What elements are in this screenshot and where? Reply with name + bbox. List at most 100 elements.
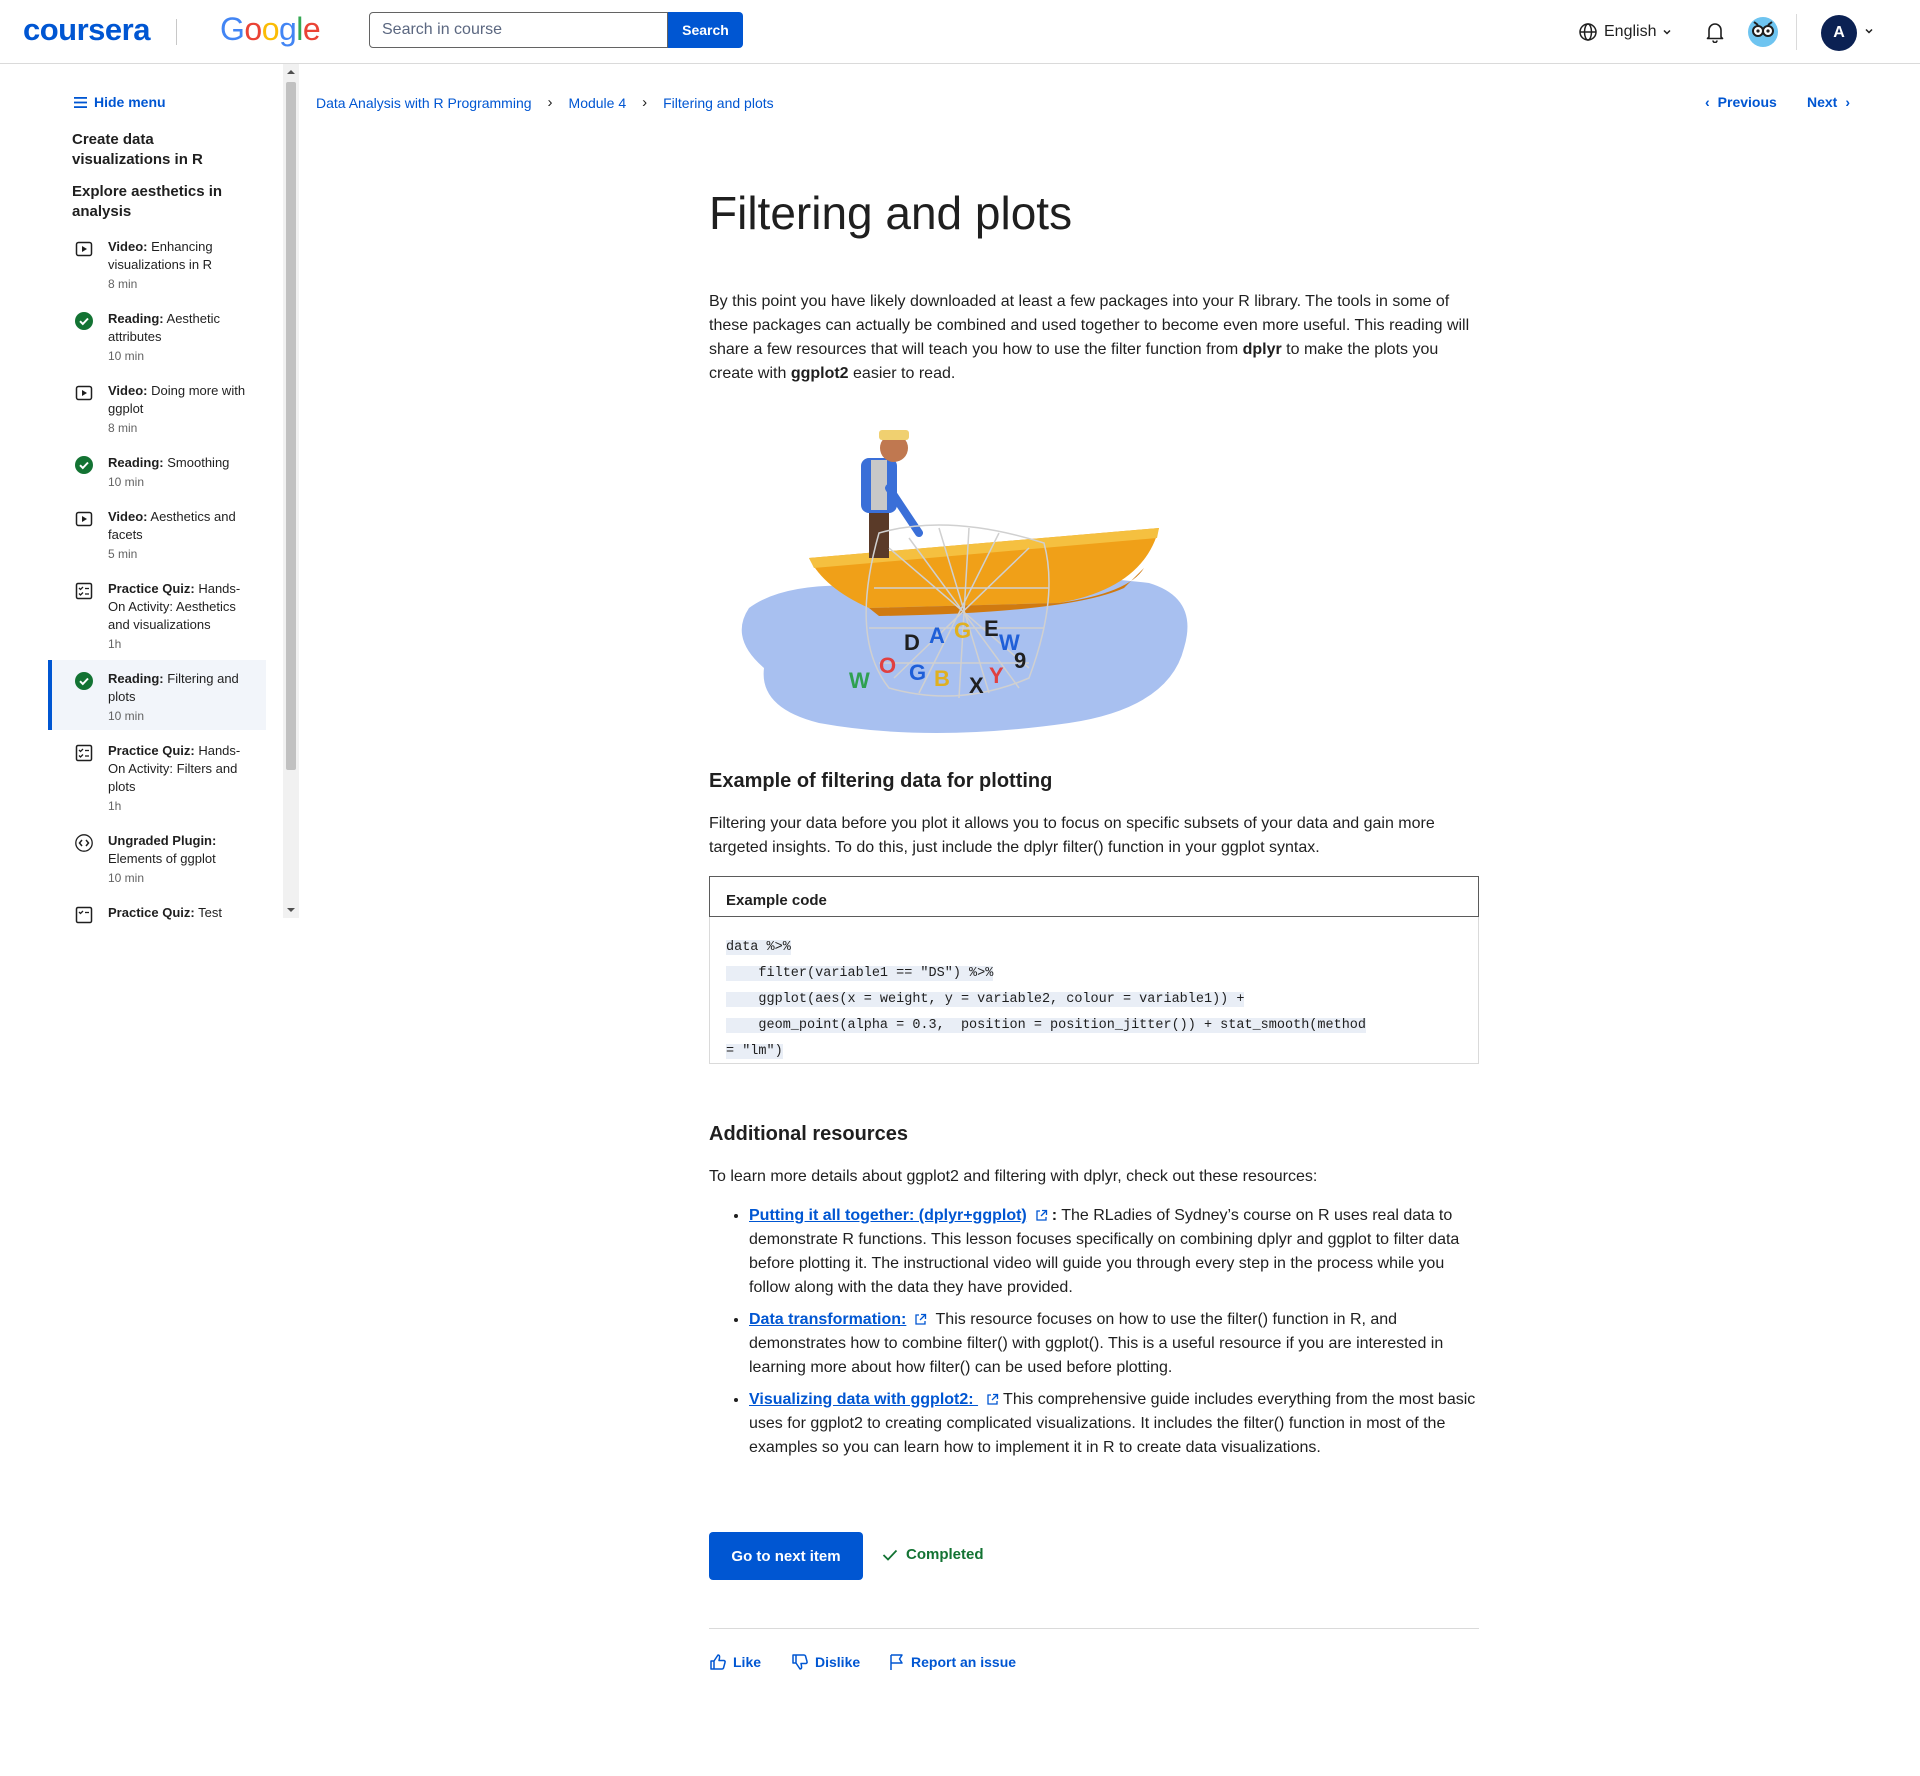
hide-menu-button[interactable]: Hide menu [74,94,166,110]
chevron-down-icon[interactable] [1864,26,1874,36]
check-circle-icon [75,312,93,330]
resources-intro: To learn more details about ggplot2 and … [709,1168,1318,1185]
intro-paragraph: By this point you have likely downloaded… [709,293,1470,382]
code-line: ggplot(aes(x = weight, y = variable2, co… [726,992,1245,1007]
sidebar-section-title[interactable]: Explore aesthetics in analysis [72,182,232,222]
external-link-icon[interactable] [986,1393,999,1406]
sidebar-item-text: Practice Quiz: Hands-On Activity: Filter… [108,743,241,813]
bell-icon [1706,23,1724,44]
sidebar-item-text: Practice Quiz: Test [108,905,222,920]
sidebar-item-video-doing-more[interactable]: Video: Doing more with ggplot 8 min [48,380,266,444]
page-title: Filtering and plots [709,187,1073,239]
sidebar-item-text: Video: Aesthetics and facets 5 min [108,509,236,561]
code-block: Example code data %>% filter(variable1 =… [709,876,1479,1064]
sidebar-item-reading-smoothing[interactable]: Reading: Smoothing 10 min [48,452,266,498]
like-label: Like [733,1654,762,1670]
check-circle-icon [75,672,93,690]
sidebar-item-video-enhancing[interactable]: Video: Enhancing visualizations in R8 mi… [48,236,266,300]
divider [709,1628,1479,1629]
sidebar-lesson-title[interactable]: Create data visualizations in R [72,130,232,170]
code-line: geom_point(alpha = 0.3, position = posit… [726,1018,1367,1033]
breadcrumb-course[interactable]: Data Analysis with R Programming [316,95,532,111]
course-sidebar: Hide menu Create data visualizations in … [48,64,300,924]
previous-button[interactable]: ‹ Previous [1705,94,1777,110]
code-line: filter(variable1 == "DS") %>% [726,966,994,981]
play-icon [75,385,93,401]
search-input[interactable] [369,12,668,48]
sidebar-item-reading-filtering-plots[interactable]: Reading: Filtering and plots 10 min [48,660,266,730]
sidebar-item-plugin-elements-ggplot[interactable]: Ungraded Plugin: Elements of ggplot 10 mi… [48,830,266,894]
google-logo[interactable]: Google [220,11,321,48]
completed-label: Completed [906,1546,984,1563]
language-selector[interactable]: English [1578,22,1672,42]
list-item: Putting it all together: (dplyr+ggplot):… [749,1204,1479,1300]
top-header: coursera Google Search English A [0,0,1920,64]
resource-link-dplyr-ggplot[interactable]: Putting it all together: (dplyr+ggplot) [749,1207,1027,1224]
sidebar-scrollbar-thumb[interactable] [286,82,296,770]
sidebar-item-video-aesthetics-facets[interactable]: Video: Aesthetics and facets 5 min [48,506,266,570]
next-button[interactable]: Next › [1807,94,1850,110]
go-to-next-item-button[interactable]: Go to next item [709,1532,863,1580]
coach-owl-icon[interactable] [1748,17,1778,47]
coursera-logo[interactable]: coursera [23,12,150,48]
external-link-icon[interactable] [1035,1209,1048,1222]
list-item: Data transformation: This resource focus… [749,1308,1479,1380]
code-label: Example code [709,876,1479,917]
code-content[interactable]: data %>% filter(variable1 == "DS") %>% g… [726,935,1466,1065]
svg-text:B: B [934,666,950,691]
scroll-down-arrow-icon[interactable] [286,906,296,914]
svg-text:G: G [954,618,971,643]
notifications-button[interactable] [1705,21,1725,48]
report-issue-button[interactable]: Report an issue [889,1653,1016,1671]
sidebar-item-quiz-test[interactable]: Practice Quiz: Test [48,902,266,924]
previous-label: Previous [1717,94,1777,110]
svg-text:W: W [999,630,1020,655]
play-icon [75,511,93,527]
header-divider [1796,14,1797,50]
check-circle-icon [75,456,93,474]
flag-icon [890,1654,903,1670]
resource-link-data-transformation[interactable]: Data transformation: [749,1311,906,1328]
sidebar-item-text: Reading: Smoothing 10 min [108,455,230,489]
resources-heading: Additional resources [709,1123,908,1145]
sidebar-item-text: Reading: Filtering and plots 10 min [108,671,239,723]
external-link-icon[interactable] [914,1313,927,1326]
next-label: Next [1807,94,1838,110]
example-paragraph: Filtering your data before you plot it a… [709,815,1435,856]
avatar[interactable]: A [1821,15,1857,51]
glasses-icon [1752,21,1774,37]
sidebar-item-text: Video: Enhancing visualizations in R8 mi… [108,239,213,291]
resource-link-visualizing-ggplot2[interactable]: Visualizing data with ggplot2: [749,1391,978,1408]
logo-divider [176,19,177,45]
chevron-right-icon: › [1845,94,1851,110]
like-button[interactable]: Like [709,1653,761,1671]
quiz-icon [75,582,93,600]
sidebar-item-text: Reading: Aesthetic attributes 10 min [108,311,221,363]
svg-text:W: W [849,668,870,693]
quiz-icon [75,906,93,924]
globe-icon [1579,23,1597,41]
sidebar-item-quiz-filters-plots[interactable]: Practice Quiz: Hands-On Activity: Filter… [48,740,266,822]
example-heading: Example of filtering data for plotting [709,770,1053,792]
scroll-up-arrow-icon[interactable] [286,68,296,76]
chevron-down-icon [1663,29,1672,35]
resources-list: Putting it all together: (dplyr+ggplot):… [709,1204,1479,1468]
thumbs-up-icon [710,1654,726,1670]
sidebar-item-text: Ungraded Plugin: Elements of ggplot 10 mi… [108,833,217,885]
breadcrumb: Data Analysis with R Programming › Modul… [316,94,774,111]
code-icon [75,834,93,852]
menu-icon [74,96,87,108]
code-line: data %>% [726,940,791,955]
svg-text:X: X [969,673,984,698]
breadcrumb-module[interactable]: Module 4 [569,95,627,111]
code-line: = "lm") [726,1044,783,1059]
search-button[interactable]: Search [668,12,743,48]
completed-status: Completed [882,1546,984,1563]
thumbs-down-icon [792,1654,808,1670]
play-icon [75,241,93,257]
sidebar-item-reading-aesthetic-attributes[interactable]: Reading: Aesthetic attributes 10 min [48,308,266,372]
sidebar-item-quiz-aesthetics-visualizations[interactable]: Practice Quiz: Hands-On Activity: Aesthe… [48,578,266,660]
breadcrumb-current[interactable]: Filtering and plots [663,95,774,111]
dislike-button[interactable]: Dislike [791,1653,860,1671]
svg-text:E: E [984,616,999,641]
